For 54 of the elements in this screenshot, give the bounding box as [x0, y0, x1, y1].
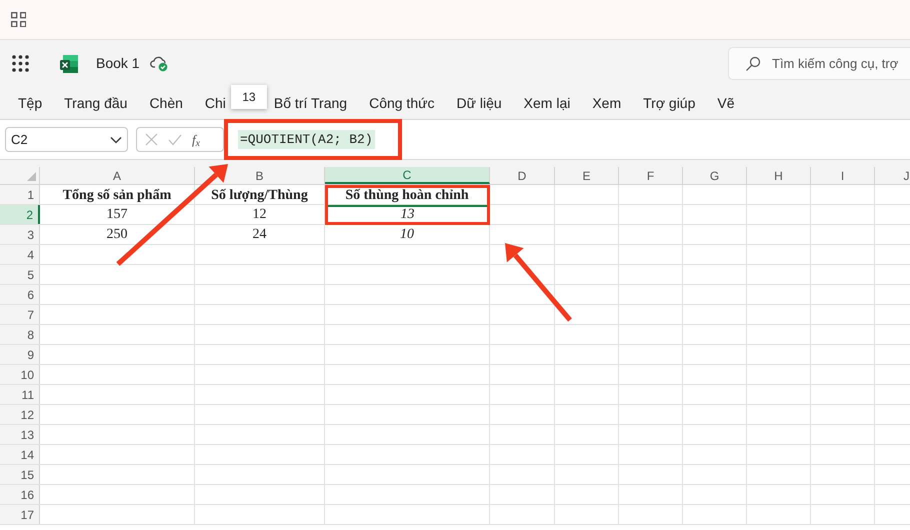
- table-cell[interactable]: Tổng số sản phẩm: [40, 185, 195, 204]
- menu-tab[interactable]: Trợ giúp: [643, 92, 696, 114]
- row-header[interactable]: 17: [0, 505, 40, 524]
- row-header[interactable]: 3: [0, 225, 40, 244]
- column-header[interactable]: A: [40, 167, 195, 184]
- table-cell[interactable]: 157: [40, 205, 195, 224]
- row-header[interactable]: 9: [0, 345, 40, 364]
- menu-tab[interactable]: Xem lại: [524, 92, 570, 114]
- search-field[interactable]: Tìm kiếm công cụ, trợ: [728, 47, 910, 80]
- menu-tab[interactable]: Công thức: [369, 92, 434, 114]
- row-header[interactable]: 2: [0, 205, 40, 224]
- column-header[interactable]: D: [490, 167, 555, 184]
- table-cell[interactable]: 12: [195, 205, 325, 224]
- insert-function-button[interactable]: f$_{x}$: [192, 130, 200, 150]
- name-box[interactable]: C2: [5, 127, 128, 152]
- search-placeholder: Tìm kiếm công cụ, trợ: [772, 54, 898, 73]
- menu-tab[interactable]: Trang đầu: [64, 92, 128, 114]
- menu-tab[interactable]: Vẽ: [717, 92, 734, 114]
- row-header[interactable]: 12: [0, 405, 40, 424]
- row-header[interactable]: 14: [0, 445, 40, 464]
- column-header[interactable]: F: [619, 167, 683, 184]
- cell-reference: C2: [11, 130, 28, 149]
- row-header[interactable]: 8: [0, 325, 40, 344]
- row-header[interactable]: 13: [0, 425, 40, 444]
- table-cell[interactable]: 24: [195, 225, 325, 244]
- menu-tab[interactable]: Xem: [592, 92, 622, 114]
- table-cell[interactable]: Số lượng/Thùng: [195, 185, 325, 204]
- document-title[interactable]: Book 1: [96, 53, 140, 74]
- value-tooltip: 13: [230, 84, 267, 108]
- menu-tab[interactable]: Tệp: [18, 92, 42, 114]
- column-header[interactable]: E: [555, 167, 619, 184]
- table-cell[interactable]: 10: [325, 225, 490, 244]
- menu-tab[interactable]: Chi: [204, 94, 226, 110]
- column-header[interactable]: C: [325, 167, 490, 184]
- table-cell[interactable]: Số thùng hoàn chỉnh: [325, 185, 490, 204]
- column-header[interactable]: H: [747, 167, 811, 184]
- menu-tab[interactable]: Dữ liệu: [456, 92, 502, 114]
- formula-text: =QUOTIENT(A2; B2): [238, 130, 375, 150]
- row-header[interactable]: 4: [0, 245, 40, 264]
- column-header[interactable]: J: [875, 167, 910, 184]
- menu-tab[interactable]: Bố trí Trang: [274, 92, 348, 114]
- menu-tab[interactable]: Chèn: [149, 92, 183, 114]
- row-header[interactable]: 16: [0, 485, 40, 504]
- row-header[interactable]: 6: [0, 285, 40, 304]
- formula-field[interactable]: =QUOTIENT(A2; B2): [234, 127, 389, 152]
- column-header[interactable]: I: [811, 167, 875, 184]
- row-header[interactable]: 11: [0, 385, 40, 404]
- row-header[interactable]: 5: [0, 265, 40, 284]
- row-header[interactable]: 10: [0, 365, 40, 384]
- table-cell[interactable]: 250: [40, 225, 195, 244]
- column-header[interactable]: G: [683, 167, 747, 184]
- row-header[interactable]: 7: [0, 305, 40, 324]
- row-header[interactable]: 15: [0, 465, 40, 484]
- row-header[interactable]: 1: [0, 185, 40, 204]
